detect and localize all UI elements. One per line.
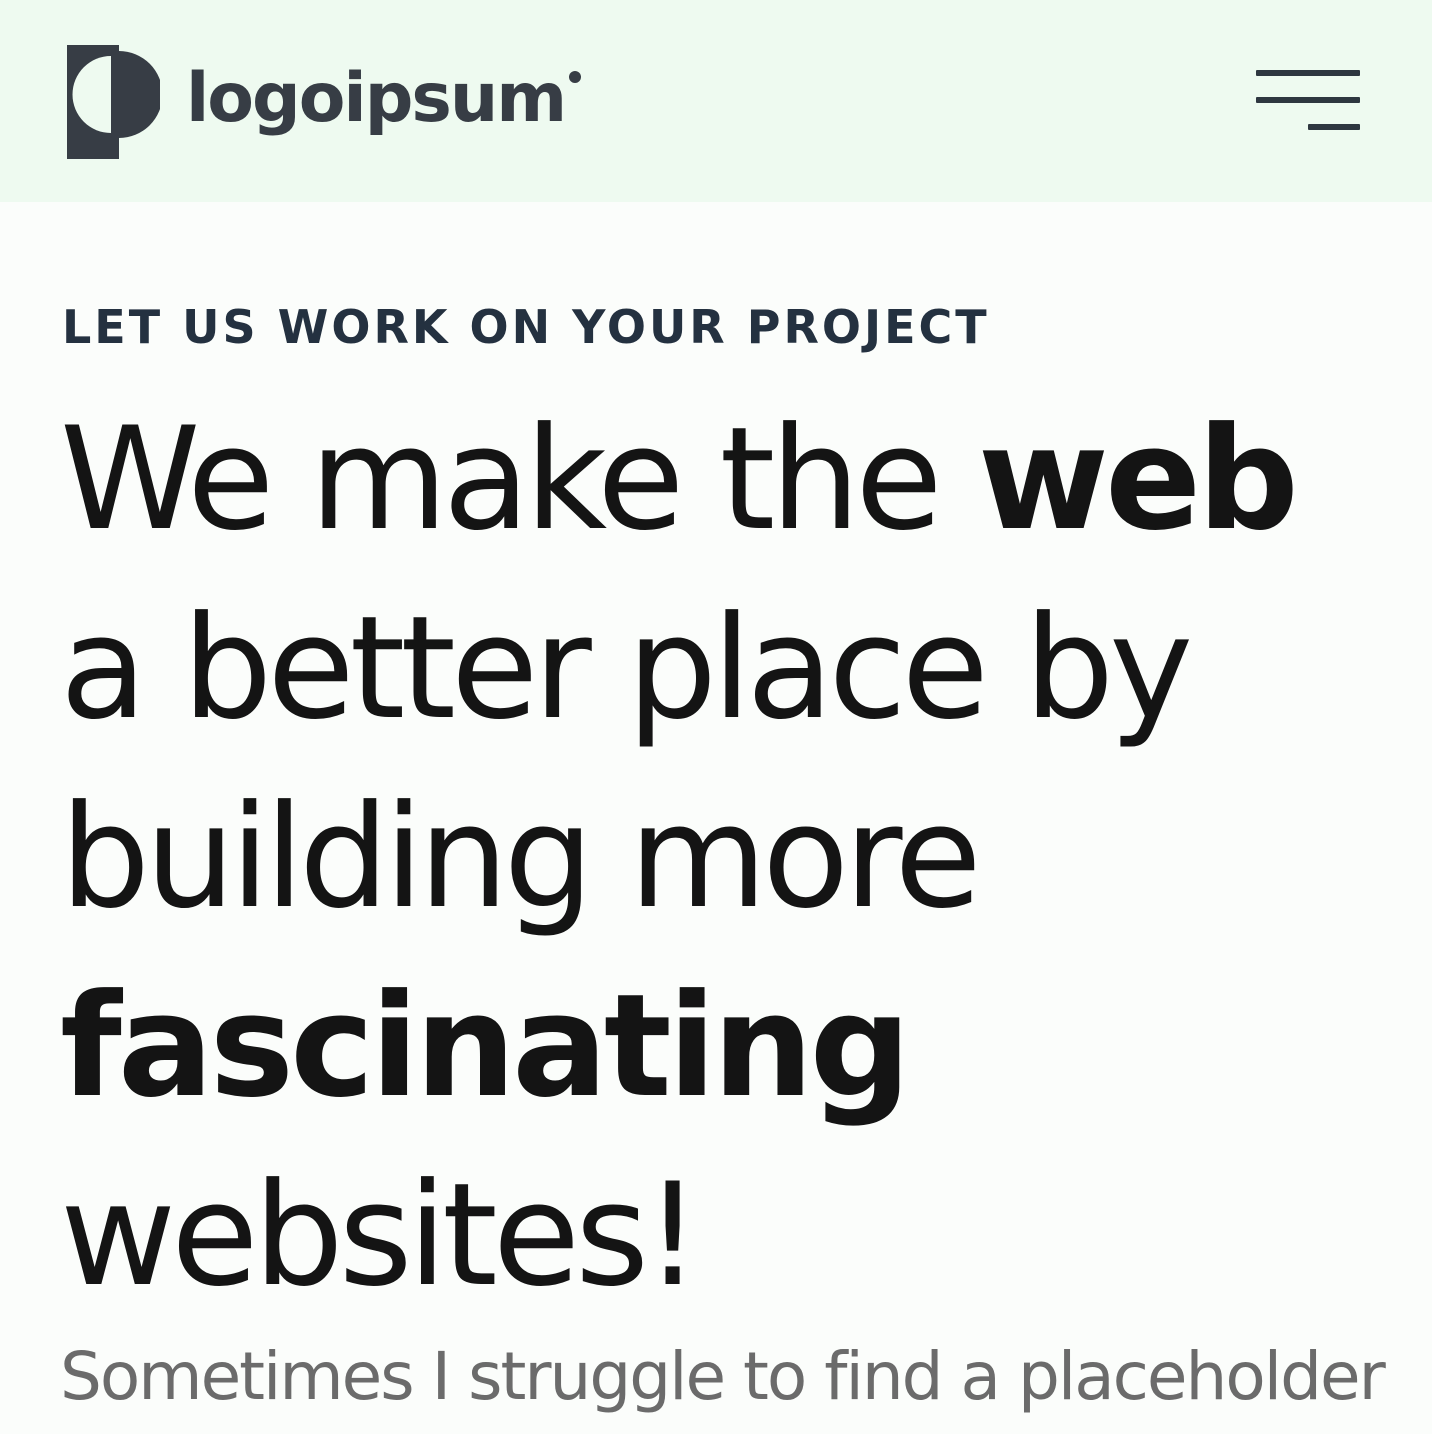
headline-line-1: We make the web: [60, 385, 1400, 574]
hero-subtext: Sometimes I struggle to find a placehold…: [60, 1338, 1386, 1415]
menu-line-bottom: [1308, 124, 1360, 130]
hero-headline: We make the web a better place by buildi…: [60, 385, 1400, 1330]
headline-emphasis-web: web: [977, 397, 1299, 562]
logo-text: logoipsum: [186, 59, 582, 138]
menu-line-middle: [1256, 97, 1360, 103]
headline-line-3: building more: [60, 775, 982, 940]
headline-emphasis-fascinating: fascinating: [60, 964, 911, 1129]
menu-line-top: [1256, 70, 1360, 76]
headline-line-2: a better place by: [60, 586, 1193, 751]
hero-eyebrow: LET US WORK ON YOUR PROJECT: [62, 300, 990, 354]
logo-dot: [569, 70, 582, 83]
headline-line-5: websites!: [60, 1153, 701, 1318]
menu-button[interactable]: [1250, 60, 1370, 142]
logoipsum-mark-icon: [67, 45, 160, 159]
headline-text: We make the: [60, 397, 978, 562]
site-header: logoipsum: [0, 0, 1432, 202]
logo[interactable]: logoipsum: [66, 44, 582, 160]
